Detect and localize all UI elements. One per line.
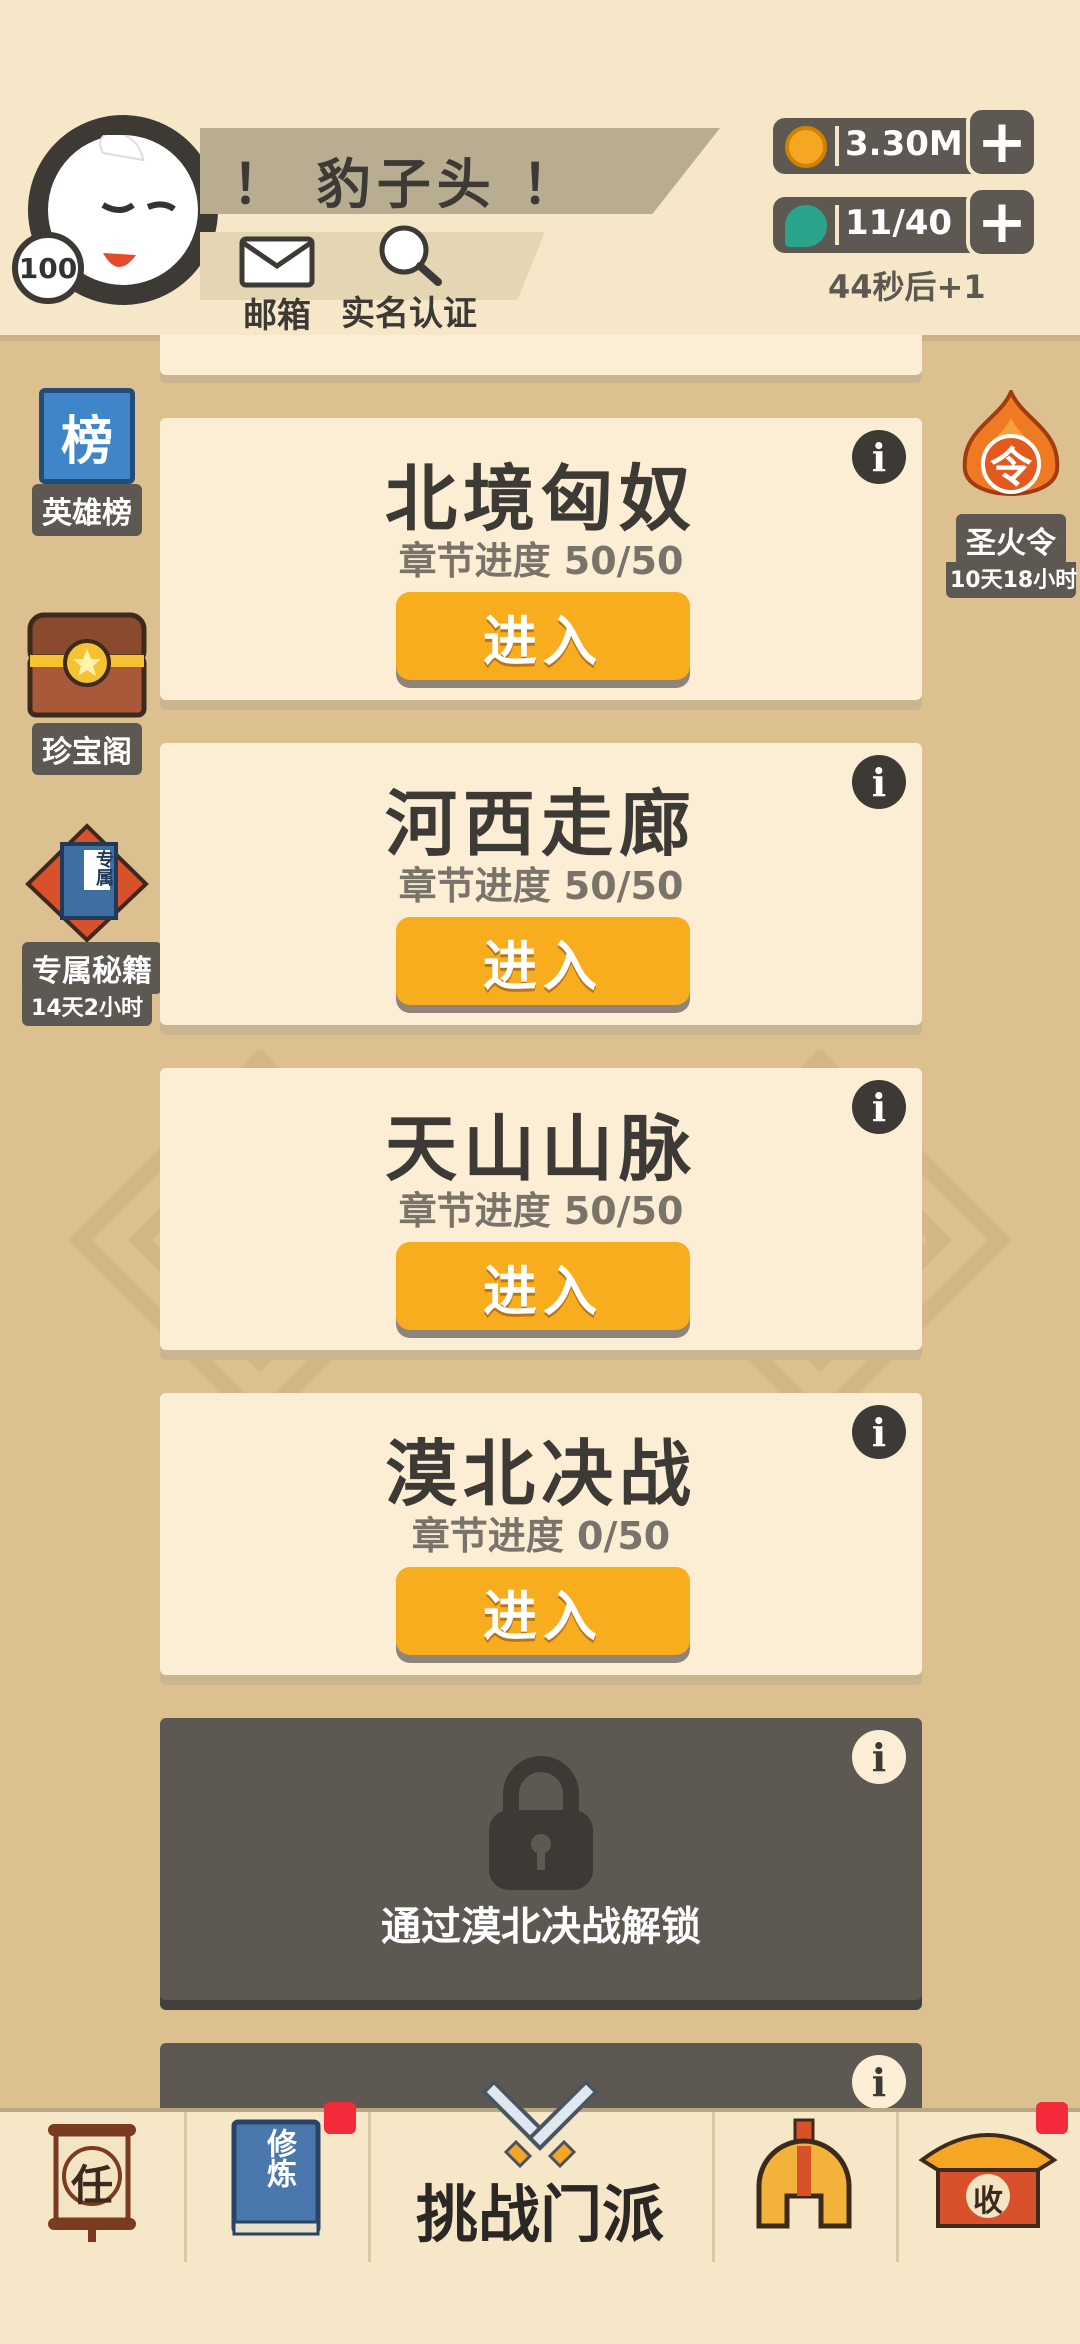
nav-cultivate[interactable]: 修炼 [184,2102,371,2262]
notification-badge [324,2102,356,2134]
treasure-pavilion-button[interactable]: 珍宝阁 [22,605,152,775]
stamina-timer: 44秒后+1 [828,268,986,306]
info-icon[interactable]: i [852,1730,906,1784]
level-badge: 100 [12,232,84,304]
realname-label: 实名认证 [341,294,477,334]
treasure-chest-icon [27,612,147,718]
cultivate-icon-text: 修炼 [261,2128,296,2188]
gold-value: 3.30M [845,124,963,164]
add-gold-button[interactable]: + [966,106,1038,178]
holy-fire-token-timer: 10天18小时 [946,562,1077,598]
mail-icon [239,236,315,288]
ranking-icon: 榜 [39,388,135,484]
mailbox-label: 邮箱 [243,296,311,336]
flame-token-icon-text: 令 [989,443,1032,492]
hero-ranking-button[interactable]: 榜 英雄榜 [22,388,152,536]
challenge-sect-label: 挑战门派 [415,2178,664,2251]
chapter-progress: 章节进度 0/50 [411,1514,671,1558]
mailbox-button[interactable]: 邮箱 [232,232,322,337]
task-icon-text: 任 [70,2161,113,2210]
divider [835,126,839,166]
info-icon[interactable]: i [852,2055,906,2109]
gold-coin-icon [785,126,827,168]
manual-book-icon [25,823,149,942]
chapter-card: i 河西走廊 章节进度 50/50 进入 [160,743,922,1025]
player-name: ！ 豹子头 ！ [232,153,582,216]
holy-fire-token-button[interactable]: 令 圣火令 10天18小时 [946,390,1077,598]
card-partial-top [160,335,922,375]
holy-fire-token-label: 圣火令 [956,514,1066,566]
realname-auth-button[interactable]: 实名认证 [334,224,484,335]
chapter-card: i 漠北决战 章节进度 0/50 进入 [160,1393,922,1675]
locked-chapter-card: i 通过漠北决战解锁 [160,1718,922,2000]
exclusive-manual-button[interactable]: 专属 专属秘籍 14天2小时 [22,822,162,1026]
enter-button[interactable]: 进入 [396,592,690,680]
nav-collect[interactable]: 收 [896,2102,1080,2262]
stamina-drop-icon [785,205,827,247]
collect-icon-text: 收 [973,2184,1003,2219]
chapter-card: i 天山山脉 章节进度 50/50 进入 [160,1068,922,1350]
unlock-requirement: 通过漠北决战解锁 [381,1904,701,1950]
nav-equipment[interactable] [712,2112,899,2262]
exclusive-manual-label: 专属秘籍 [22,942,162,994]
enter-button[interactable]: 进入 [396,1567,690,1655]
bottom-navigation: 任 修炼 挑战门派 收 [0,2079,1080,2344]
treasure-pavilion-label: 珍宝阁 [32,723,142,775]
manual-icon-text: 专属 [93,850,114,886]
divider [835,205,839,245]
enter-button[interactable]: 进入 [396,1242,690,1330]
lock-icon [489,1756,593,1890]
exclusive-manual-timer: 14天2小时 [22,990,152,1026]
nav-task[interactable]: 任 [0,2112,187,2262]
chapter-progress: 章节进度 50/50 [398,539,684,583]
add-stamina-button[interactable]: + [966,186,1038,258]
notification-badge [1036,2102,1068,2134]
chapter-progress: 章节进度 50/50 [398,1189,684,1233]
enter-button[interactable]: 进入 [396,917,690,1005]
chapter-progress: 章节进度 50/50 [398,864,684,908]
helmet-icon [756,2118,852,2229]
top-header: 100 ！ 豹子头 ！ 邮箱 实名认证 3.30M + 11/40 + 44秒后… [0,0,1080,337]
stamina-value: 11/40 [845,203,953,243]
chapter-card: i 北境匈奴 章节进度 50/50 进入 [160,418,922,700]
hero-ranking-label: 英雄榜 [32,484,142,536]
nav-challenge-sect[interactable]: 挑战门派 [368,2079,715,2262]
magnifier-icon [379,225,442,286]
